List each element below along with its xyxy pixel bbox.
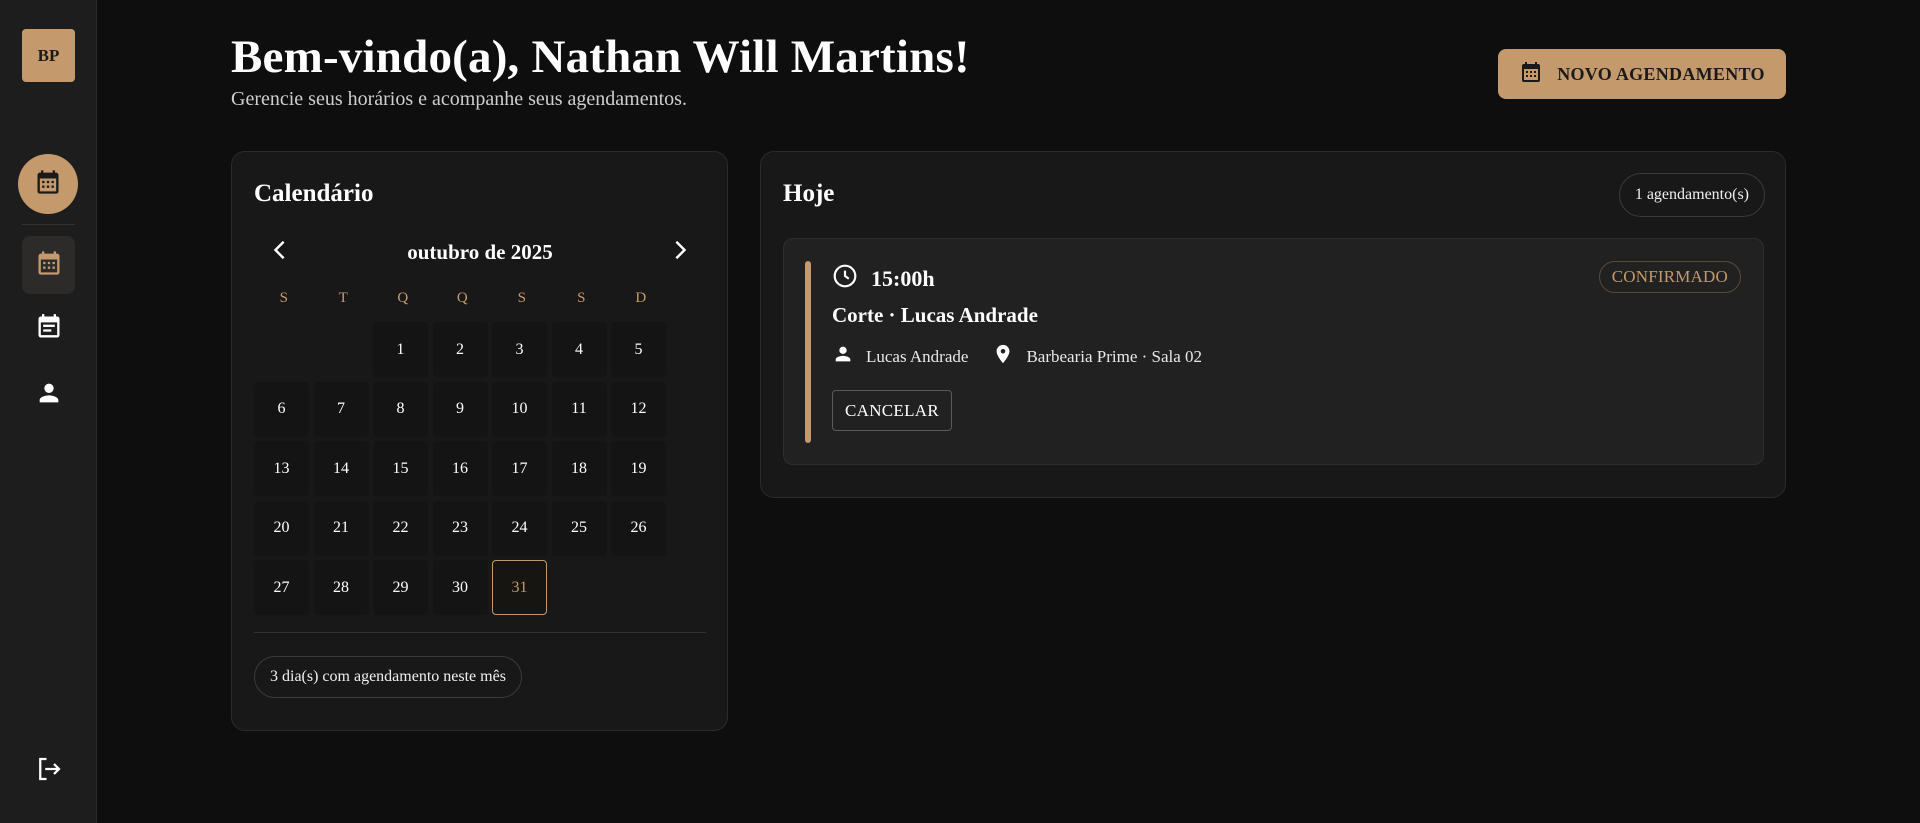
calendar-day[interactable]: 11 [551, 381, 607, 437]
new-appointment-button[interactable]: NOVO AGENDAMENTO [1498, 49, 1786, 99]
appointment-card: 15:00h CONFIRMADO Corte · Lucas Andrade … [783, 238, 1764, 465]
month-summary-badge: 3 dia(s) com agendamento neste mês [254, 656, 522, 698]
calendar-divider [254, 632, 706, 633]
appointment-accent-bar [805, 261, 811, 443]
calendar-day[interactable]: 8 [373, 381, 428, 437]
person-icon [832, 343, 854, 370]
professional-name: Lucas Andrade [866, 346, 969, 366]
appointment-count-badge: 1 agendamento(s) [1618, 173, 1765, 217]
calendar-day[interactable]: 15 [373, 441, 428, 496]
calendar-day-empty [314, 322, 369, 377]
weekday-header: S T Q Q S S D [254, 290, 671, 307]
sidebar-item-schedule[interactable] [18, 154, 78, 214]
page-subtitle: Gerencie seus horários e acompanhe seus … [231, 88, 687, 110]
status-badge: CONFIRMADO [1598, 261, 1741, 293]
weekday-label: S [517, 290, 526, 306]
calendar-day[interactable]: 21 [313, 500, 369, 556]
calendar-day[interactable]: 26 [611, 500, 666, 556]
appointment-time: 15:00h [832, 263, 935, 295]
calendar-day[interactable]: 25 [551, 500, 607, 556]
appointment-location: Barbearia Prime · Sala 02 [992, 343, 1202, 370]
calendar-day[interactable]: 29 [373, 560, 428, 615]
page-title: Bem-vindo(a), Nathan Will Martins! [231, 31, 970, 83]
calendar-day[interactable]: 27 [254, 560, 309, 615]
calendar-day[interactable]: 24 [492, 500, 547, 556]
calendar-day[interactable]: 9 [432, 381, 488, 437]
calendar-day[interactable]: 28 [313, 560, 369, 615]
appointment-time-text: 15:00h [871, 266, 935, 291]
calendar-day[interactable]: 23 [432, 500, 488, 556]
logout-icon [34, 754, 64, 789]
logout-button[interactable] [22, 746, 75, 796]
chevron-right-icon [669, 239, 691, 266]
calendar-icon [34, 168, 62, 201]
calendar-day[interactable]: 5 [611, 322, 666, 377]
weekday-label: Q [397, 290, 409, 306]
calendar-day[interactable]: 13 [254, 441, 309, 496]
person-icon [35, 379, 63, 412]
calendar-day[interactable]: 10 [492, 381, 547, 437]
calendar-day[interactable]: 4 [551, 322, 607, 377]
clock-icon [832, 263, 858, 295]
appointment-meta: Lucas Andrade Barbearia Prime · Sala 02 [832, 343, 1226, 370]
weekday-label: D [635, 290, 647, 306]
event-note-icon [35, 313, 63, 346]
calendar-icon [35, 249, 63, 282]
next-month-button[interactable] [664, 236, 696, 268]
calendar-day[interactable]: 17 [492, 441, 547, 496]
calendar-day[interactable]: 2 [432, 322, 488, 377]
calendar-day[interactable]: 18 [551, 441, 607, 496]
today-title: Hoje [783, 180, 835, 207]
sidebar-item-profile[interactable] [22, 370, 75, 420]
calendar-day[interactable]: 20 [254, 500, 309, 556]
calendar-day[interactable]: 6 [254, 381, 309, 437]
calendar-day[interactable]: 12 [611, 381, 666, 437]
appointment-title: Corte · Lucas Andrade [832, 303, 1038, 327]
calendar-day[interactable]: 19 [611, 441, 666, 496]
brand-logo: BP [22, 29, 75, 82]
calendar-title: Calendário [254, 180, 374, 207]
new-appointment-label: NOVO AGENDAMENTO [1557, 63, 1765, 84]
month-navigation: outubro de 2025 [254, 232, 706, 272]
calendar-day[interactable]: 30 [432, 560, 488, 615]
sidebar-divider [22, 224, 75, 225]
month-label: outubro de 2025 [407, 240, 553, 264]
sidebar-item-appointments[interactable] [22, 304, 75, 354]
sidebar: BP [0, 0, 97, 823]
location-name: Barbearia Prime · Sala 02 [1026, 346, 1203, 366]
cancel-appointment-button[interactable]: CANCELAR [832, 390, 953, 431]
calendar-day[interactable]: 16 [432, 441, 488, 496]
calendar-day[interactable]: 14 [313, 441, 369, 496]
weekday-label: T [338, 290, 348, 306]
calendar-day-empty [254, 322, 309, 377]
sidebar-item-calendar[interactable] [22, 236, 75, 294]
calendar-days: 1 2 3 4 5 6 7 8 9 10 11 12 13 14 15 16 1… [254, 322, 674, 615]
weekday-label: S [279, 290, 288, 306]
weekday-label: Q [456, 290, 468, 306]
today-card: Hoje 1 agendamento(s) 15:00h CONFIRMADO … [760, 151, 1786, 498]
calendar-day[interactable]: 3 [492, 322, 547, 377]
calendar-day-selected[interactable]: 31 [492, 560, 547, 615]
calendar-day[interactable]: 1 [373, 322, 428, 377]
location-pin-icon [992, 343, 1014, 370]
calendar-card: Calendário outubro de 2025 S T Q Q S S D… [231, 151, 728, 731]
calendar-day[interactable]: 7 [313, 381, 369, 437]
appointment-professional: Lucas Andrade [832, 343, 968, 370]
calendar-day[interactable]: 22 [373, 500, 428, 556]
weekday-label: S [577, 290, 586, 306]
calendar-icon [1519, 60, 1543, 89]
